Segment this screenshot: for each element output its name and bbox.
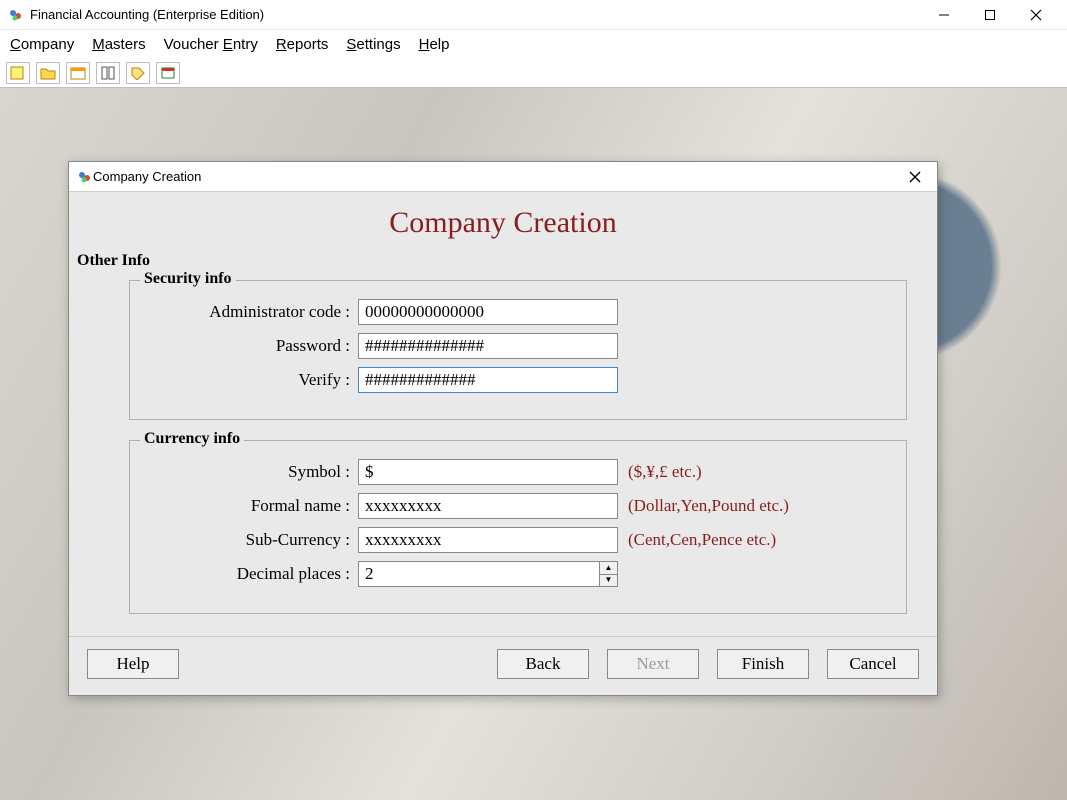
finish-button[interactable]: Finish xyxy=(717,649,809,679)
back-button[interactable]: Back xyxy=(497,649,589,679)
input-symbol[interactable] xyxy=(358,459,618,485)
input-admin-code[interactable] xyxy=(358,299,618,325)
dialog-title: Company Creation xyxy=(93,169,201,184)
legend-security: Security info xyxy=(140,270,236,288)
menu-voucher-entry[interactable]: Voucher Entry xyxy=(164,36,258,53)
client-area: Company Creation Company Creation Other … xyxy=(0,88,1067,800)
spinner-up-icon[interactable]: ▲ xyxy=(600,562,617,575)
menu-settings[interactable]: Settings xyxy=(346,36,400,53)
cancel-button[interactable]: Cancel xyxy=(827,649,919,679)
section-other-info: Other Info xyxy=(69,250,937,270)
hint-formal-name: (Dollar,Yen,Pound etc.) xyxy=(628,496,789,516)
menu-help[interactable]: Help xyxy=(419,36,450,53)
minimize-button[interactable] xyxy=(921,0,967,30)
dialog-icon xyxy=(77,169,93,185)
input-sub-currency[interactable] xyxy=(358,527,618,553)
input-decimal-places[interactable] xyxy=(358,561,600,587)
hint-symbol: ($,¥,£ etc.) xyxy=(628,462,702,482)
close-button[interactable] xyxy=(1013,0,1059,30)
toolbar-open-icon[interactable] xyxy=(36,62,60,84)
label-password: Password : xyxy=(148,336,358,356)
window-title: Financial Accounting (Enterprise Edition… xyxy=(30,7,264,22)
dialog-close-button[interactable] xyxy=(901,163,929,191)
menu-masters[interactable]: Masters xyxy=(92,36,145,53)
legend-currency: Currency info xyxy=(140,430,244,448)
app-icon xyxy=(8,7,24,23)
company-creation-dialog: Company Creation Company Creation Other … xyxy=(68,161,938,696)
toolbar xyxy=(0,58,1067,88)
input-password[interactable] xyxy=(358,333,618,359)
next-button: Next xyxy=(607,649,699,679)
help-button[interactable]: Help xyxy=(87,649,179,679)
hint-sub-currency: (Cent,Cen,Pence etc.) xyxy=(628,530,776,550)
dialog-titlebar: Company Creation xyxy=(69,162,937,192)
maximize-button[interactable] xyxy=(967,0,1013,30)
dialog-button-bar: Help Back Next Finish Cancel xyxy=(69,636,937,695)
input-formal-name[interactable] xyxy=(358,493,618,519)
label-admin-code: Administrator code : xyxy=(148,302,358,322)
menu-company[interactable]: Company xyxy=(10,36,74,53)
label-decimal-places: Decimal places : xyxy=(148,564,358,584)
toolbar-new-icon[interactable] xyxy=(6,62,30,84)
label-formal-name: Formal name : xyxy=(148,496,358,516)
spinner-down-icon[interactable]: ▼ xyxy=(600,575,617,587)
label-verify: Verify : xyxy=(148,370,358,390)
group-currency-info: Currency info Symbol : ($,¥,£ etc.) Form… xyxy=(129,440,907,614)
label-symbol: Symbol : xyxy=(148,462,358,482)
menu-reports[interactable]: Reports xyxy=(276,36,329,53)
toolbar-export-icon[interactable] xyxy=(156,62,180,84)
input-verify[interactable] xyxy=(358,367,618,393)
toolbar-tag-icon[interactable] xyxy=(126,62,150,84)
group-security-info: Security info Administrator code : Passw… xyxy=(129,280,907,420)
dialog-heading: Company Creation xyxy=(69,192,937,250)
label-sub-currency: Sub-Currency : xyxy=(148,530,358,550)
menubar: Company Masters Voucher Entry Reports Se… xyxy=(0,30,1067,58)
toolbar-calendar-icon[interactable] xyxy=(66,62,90,84)
toolbar-ledger-icon[interactable] xyxy=(96,62,120,84)
window-titlebar: Financial Accounting (Enterprise Edition… xyxy=(0,0,1067,30)
